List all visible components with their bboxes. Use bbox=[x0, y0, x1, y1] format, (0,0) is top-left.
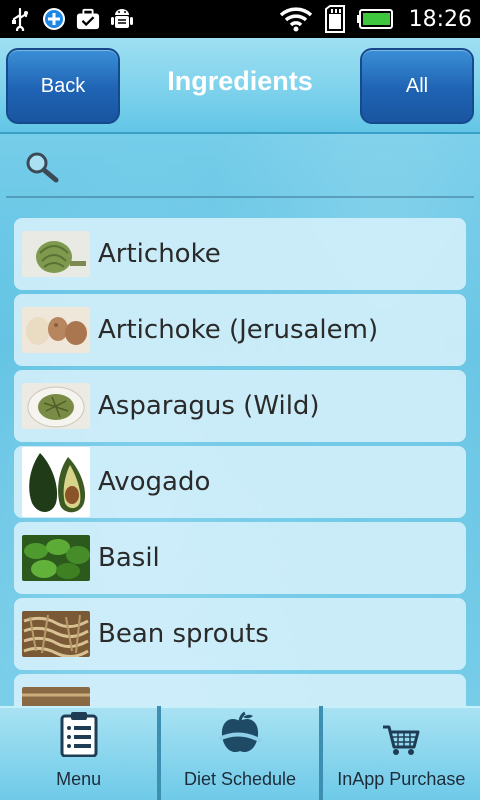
list-item-partial[interactable] bbox=[14, 674, 466, 706]
tab-menu[interactable]: Menu bbox=[0, 706, 158, 800]
usb-icon bbox=[8, 7, 32, 31]
list-item-jerusalem-artichoke[interactable]: Artichoke (Jerusalem) bbox=[14, 294, 466, 366]
jerusalem-artichoke-thumbnail bbox=[22, 307, 90, 353]
artichoke-thumbnail bbox=[22, 231, 90, 277]
tab-inapp-purchase[interactable]: InApp Purchase bbox=[322, 706, 480, 800]
list-item-label: Avogado bbox=[98, 467, 211, 497]
wild-asparagus-thumbnail bbox=[22, 383, 90, 429]
briefcase-check-icon bbox=[76, 7, 100, 31]
tab-label: Menu bbox=[56, 769, 102, 789]
list-item-label: Asparagus (Wild) bbox=[98, 391, 320, 421]
list-item-wild-asparagus[interactable]: Asparagus (Wild) bbox=[14, 370, 466, 442]
search-icon bbox=[24, 151, 60, 187]
clipboard-list-icon bbox=[59, 711, 99, 761]
list-item-bean-sprouts[interactable]: Bean sprouts bbox=[14, 598, 466, 670]
status-bar: 18:26 bbox=[0, 0, 480, 38]
all-button[interactable]: All bbox=[360, 48, 474, 124]
tab-label: Diet Schedule bbox=[183, 769, 297, 789]
android-debug-icon bbox=[110, 7, 134, 31]
bottom-tab-bar: Menu Diet Schedule InApp Purchase bbox=[0, 706, 480, 800]
list-item-label: Artichoke (Jerusalem) bbox=[98, 315, 379, 345]
shopping-cart-icon bbox=[381, 723, 421, 761]
header-bar: Back Ingredients All bbox=[0, 38, 480, 134]
partial-thumbnail bbox=[22, 687, 90, 706]
list-item-basil[interactable]: Basil bbox=[14, 522, 466, 594]
ingredient-list[interactable]: Artichoke Artichoke (Jerusalem) Asparagu… bbox=[14, 218, 466, 706]
tab-diet-schedule[interactable]: Diet Schedule bbox=[161, 706, 319, 800]
avocado-thumbnail bbox=[22, 447, 90, 517]
apple-measuring-tape-icon bbox=[217, 711, 263, 761]
battery-icon bbox=[356, 7, 393, 31]
wifi-icon bbox=[279, 7, 313, 32]
list-item-avocado[interactable]: Avogado bbox=[14, 446, 466, 518]
page-title: Ingredients bbox=[167, 66, 313, 96]
sd-card-icon bbox=[323, 5, 347, 33]
list-item-label: Artichoke bbox=[98, 239, 221, 269]
clock: 18:26 bbox=[408, 6, 472, 32]
list-item-label: Basil bbox=[98, 543, 160, 573]
plus-icon bbox=[42, 7, 66, 31]
bean-sprouts-thumbnail bbox=[22, 611, 90, 657]
search-bar[interactable] bbox=[6, 142, 474, 198]
app-screen: Back Ingredients All Artichoke Artichoke… bbox=[0, 38, 480, 800]
list-item-artichoke[interactable]: Artichoke bbox=[14, 218, 466, 290]
basil-thumbnail bbox=[22, 535, 90, 581]
list-item-label: Bean sprouts bbox=[98, 619, 269, 649]
tab-label: InApp Purchase bbox=[337, 769, 466, 789]
search-input[interactable] bbox=[66, 150, 466, 190]
back-button[interactable]: Back bbox=[6, 48, 120, 124]
